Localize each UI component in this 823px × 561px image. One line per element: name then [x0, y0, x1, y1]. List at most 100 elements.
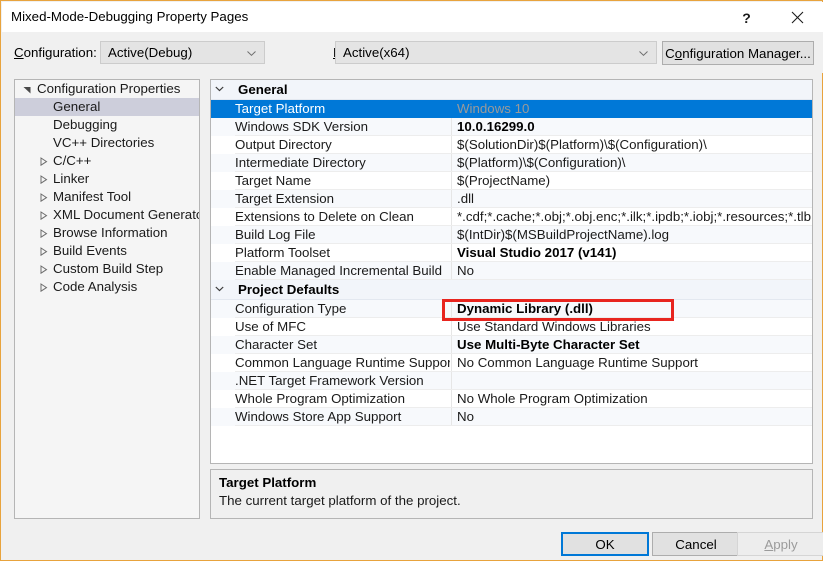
tree-item-label: C/C++: [53, 153, 92, 168]
property-value[interactable]: No Whole Program Optimization: [457, 390, 812, 408]
property-name: Whole Program Optimization: [235, 391, 405, 406]
property-name: Output Directory: [235, 137, 332, 152]
tree-item-general[interactable]: General: [15, 98, 199, 116]
grid-row[interactable]: Build Log File $(IntDir)$(MSBuildProjectN…: [211, 226, 812, 244]
column-divider: [451, 154, 452, 172]
column-divider: [451, 118, 452, 136]
property-name: Platform Toolset: [235, 245, 331, 260]
triangle-right-icon[interactable]: [35, 188, 51, 206]
grid-row[interactable]: Extensions to Delete on Clean *.cdf;*.cac…: [211, 208, 812, 226]
grid-row[interactable]: Output Directory $(SolutionDir)$(Platform…: [211, 136, 812, 154]
configuration-dropdown[interactable]: Active(Debug): [100, 41, 265, 64]
property-value[interactable]: $(IntDir)$(MSBuildProjectName).log: [457, 226, 812, 244]
title-bar: Mixed-Mode-Debugging Property Pages ?: [2, 2, 823, 33]
tree-item-label: Custom Build Step: [53, 261, 164, 276]
property-name: Common Language Runtime Support: [235, 355, 450, 370]
configuration-manager-button[interactable]: Configuration Manager...: [662, 41, 814, 65]
close-button[interactable]: [775, 3, 820, 32]
row-divider: [235, 425, 812, 426]
property-value[interactable]: No: [457, 262, 812, 280]
column-divider: [451, 408, 452, 426]
question-mark-icon: ?: [742, 9, 751, 26]
grid-row[interactable]: Enable Managed Incremental Build No: [211, 262, 812, 280]
column-divider: [451, 390, 452, 408]
configuration-value: Active(Debug): [108, 45, 193, 60]
column-divider: [451, 336, 452, 354]
column-divider: [451, 208, 452, 226]
property-name: Configuration Type: [235, 301, 347, 316]
grid-row[interactable]: Character Set Use Multi-Byte Character Se…: [211, 336, 812, 354]
grid-row[interactable]: Configuration Type Dynamic Library (.dll): [211, 300, 812, 318]
grid-row[interactable]: Target Extension .dll: [211, 190, 812, 208]
property-value[interactable]: $(SolutionDir)$(Platform)\$(Configuratio…: [457, 136, 812, 154]
triangle-right-icon[interactable]: [35, 278, 51, 296]
property-grid[interactable]: General Target Platform Windows 10 Windows …: [210, 79, 813, 464]
property-value[interactable]: No Common Language Runtime Support: [457, 354, 812, 372]
grid-row[interactable]: Whole Program Optimization No Whole Progr…: [211, 390, 812, 408]
property-value[interactable]: .dll: [457, 190, 812, 208]
tree-item-browse-information[interactable]: Browse Information: [15, 224, 199, 242]
triangle-right-icon[interactable]: [35, 260, 51, 278]
grid-section-header[interactable]: General: [211, 80, 812, 100]
property-value[interactable]: Dynamic Library (.dll): [457, 300, 812, 318]
tree-item-c-c[interactable]: C/C++: [15, 152, 199, 170]
property-value[interactable]: Use Multi-Byte Character Set: [457, 336, 812, 354]
platform-dropdown[interactable]: Active(x64): [335, 41, 657, 64]
column-divider: [451, 372, 452, 390]
property-name: Target Platform: [235, 101, 326, 116]
property-value[interactable]: Use Standard Windows Libraries: [457, 318, 812, 336]
cancel-button[interactable]: Cancel: [652, 532, 740, 556]
tree-item-label: Configuration Properties: [37, 81, 181, 96]
triangle-right-icon[interactable]: [35, 206, 51, 224]
tree-item-configuration-properties[interactable]: Configuration Properties: [15, 80, 199, 98]
grid-row[interactable]: Windows Store App Support No: [211, 408, 812, 426]
grid-row[interactable]: Windows SDK Version 10.0.16299.0: [211, 118, 812, 136]
triangle-right-icon[interactable]: [35, 224, 51, 242]
property-value[interactable]: *.cdf;*.cache;*.obj;*.obj.enc;*.ilk;*.ip…: [457, 208, 812, 226]
tree-item-code-analysis[interactable]: Code Analysis: [15, 278, 199, 296]
property-value[interactable]: Windows 10: [457, 100, 812, 118]
triangle-right-icon[interactable]: [35, 152, 51, 170]
property-value[interactable]: Visual Studio 2017 (v141): [457, 244, 812, 262]
tree-item-debugging[interactable]: Debugging: [15, 116, 199, 134]
grid-section-header[interactable]: Project Defaults: [211, 280, 812, 300]
column-divider: [451, 262, 452, 280]
property-value[interactable]: 10.0.16299.0: [457, 118, 812, 136]
grid-row[interactable]: Target Platform Windows 10: [211, 100, 812, 118]
column-divider: [451, 226, 452, 244]
column-divider: [451, 300, 452, 318]
tree-item-build-events[interactable]: Build Events: [15, 242, 199, 260]
grid-row[interactable]: Target Name $(ProjectName): [211, 172, 812, 190]
tree-item-label: XML Document Generator: [53, 207, 200, 222]
configuration-label: Configuration:: [14, 45, 97, 60]
tree-item-linker[interactable]: Linker: [15, 170, 199, 188]
grid-row[interactable]: Use of MFC Use Standard Windows Libraries: [211, 318, 812, 336]
grid-row[interactable]: Platform Toolset Visual Studio 2017 (v141…: [211, 244, 812, 262]
property-name: .NET Target Framework Version: [235, 373, 424, 388]
tree-item-custom-build-step[interactable]: Custom Build Step: [15, 260, 199, 278]
ok-button[interactable]: OK: [561, 532, 649, 556]
triangle-right-icon[interactable]: [35, 242, 51, 260]
column-divider: [451, 244, 452, 262]
triangle-right-icon[interactable]: [35, 170, 51, 188]
close-icon: [791, 11, 804, 24]
chevron-down-icon[interactable]: [211, 80, 227, 98]
tree-item-manifest-tool[interactable]: Manifest Tool: [15, 188, 199, 206]
grid-row[interactable]: Intermediate Directory $(Platform)\$(Conf…: [211, 154, 812, 172]
tree-item-xml-document-generator[interactable]: XML Document Generator: [15, 206, 199, 224]
property-pages-dialog: Mixed-Mode-Debugging Property Pages ? Co…: [0, 0, 823, 561]
triangle-down-icon[interactable]: [19, 80, 35, 98]
tree-item-label: Code Analysis: [53, 279, 138, 294]
property-value[interactable]: $(ProjectName): [457, 172, 812, 190]
tree-item-vc-directories[interactable]: VC++ Directories: [15, 134, 199, 152]
configuration-tree[interactable]: Configuration Properties General Debugging…: [14, 79, 200, 519]
grid-row[interactable]: Common Language Runtime Support No Common…: [211, 354, 812, 372]
property-value[interactable]: No: [457, 408, 812, 426]
grid-row[interactable]: .NET Target Framework Version: [211, 372, 812, 390]
help-button[interactable]: ?: [724, 3, 769, 32]
platform-value: Active(x64): [343, 45, 410, 60]
property-value[interactable]: $(Platform)\$(Configuration)\: [457, 154, 812, 172]
chevron-down-icon[interactable]: [211, 280, 227, 298]
